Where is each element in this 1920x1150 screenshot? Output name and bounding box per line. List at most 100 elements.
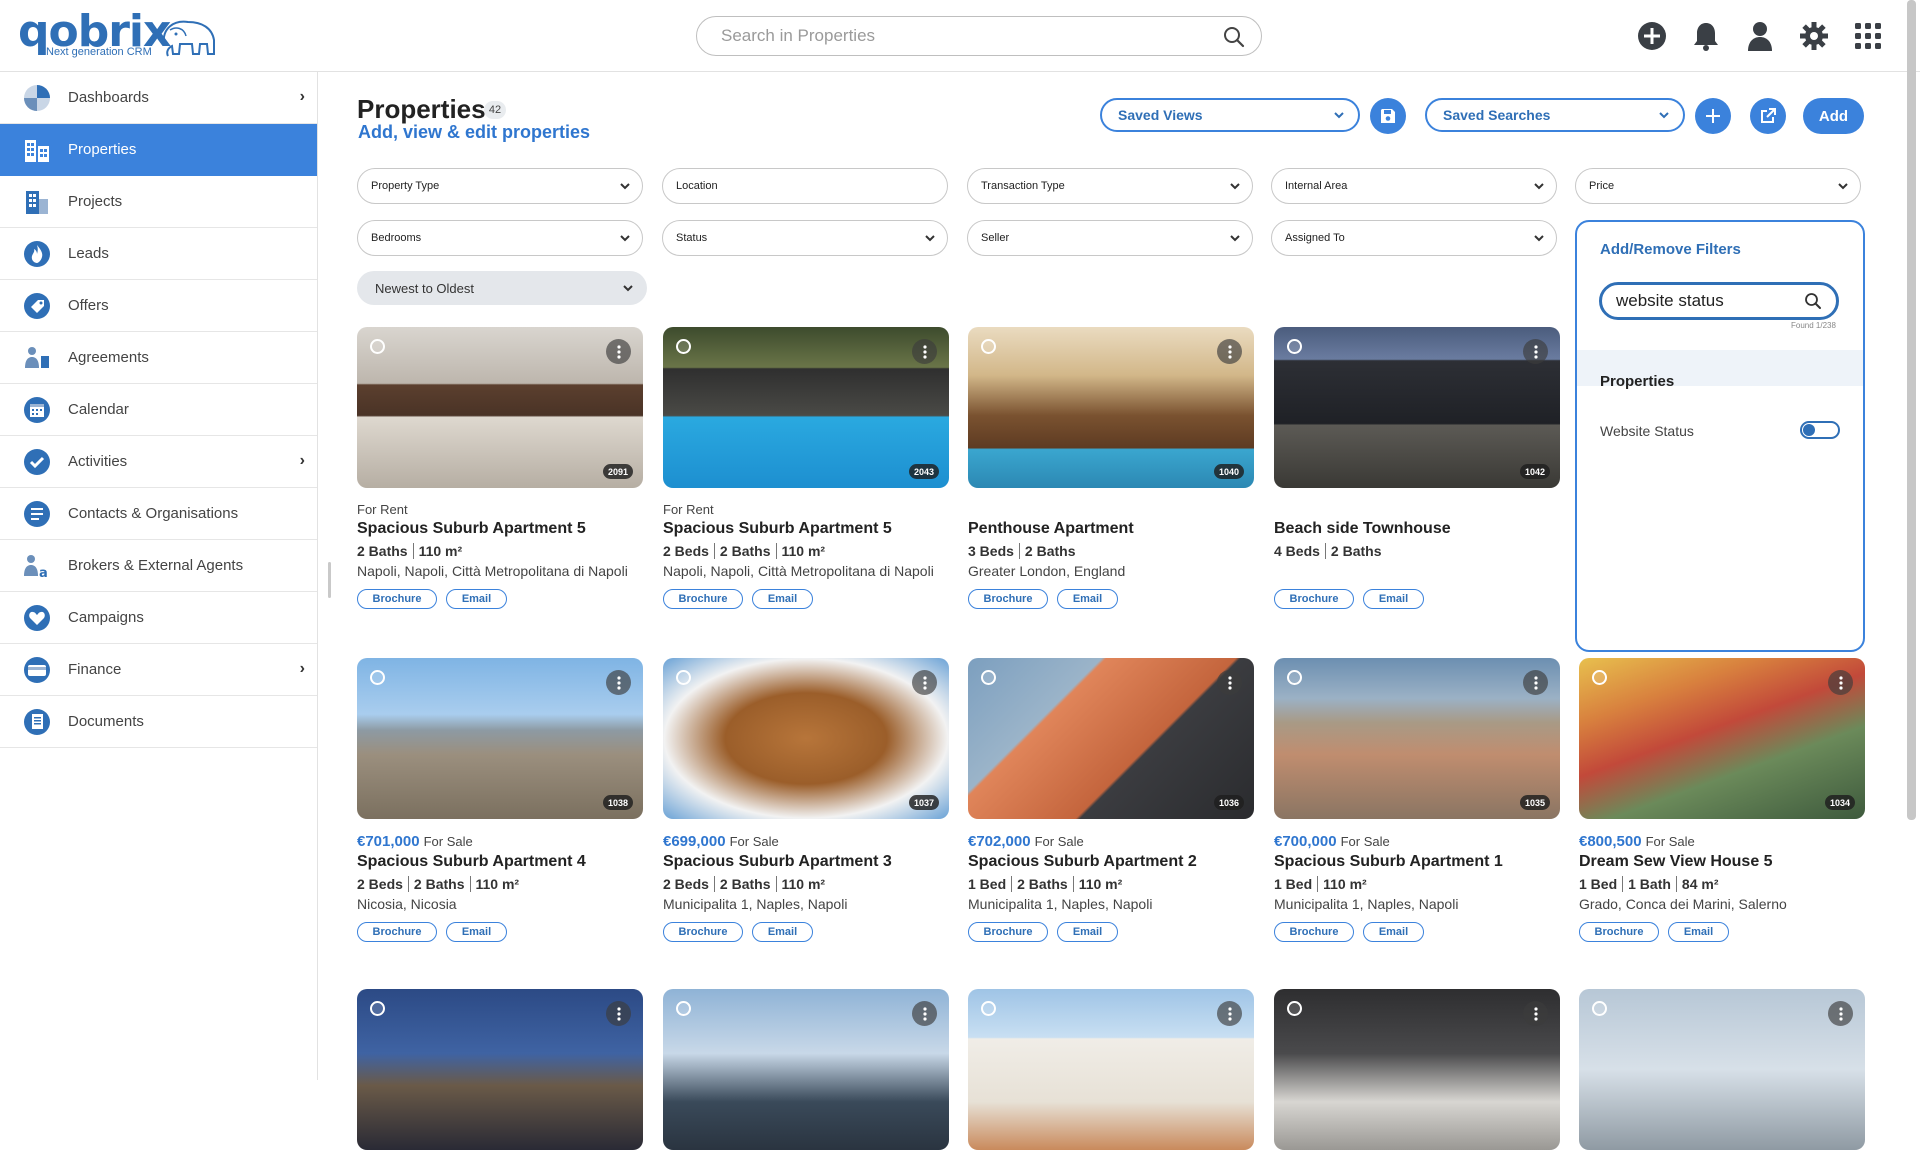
- email-button[interactable]: Email: [446, 589, 507, 609]
- search-icon[interactable]: [1804, 292, 1822, 310]
- kebab-menu-icon[interactable]: [1523, 339, 1548, 364]
- add-search-button[interactable]: [1695, 98, 1731, 134]
- property-title[interactable]: Spacious Suburb Apartment 3: [663, 853, 949, 871]
- kebab-menu-icon[interactable]: [606, 670, 631, 695]
- kebab-menu-icon[interactable]: [1523, 670, 1548, 695]
- filter-status[interactable]: Status: [662, 220, 948, 256]
- property-image[interactable]: 1036: [968, 658, 1254, 819]
- kebab-menu-icon[interactable]: [1217, 339, 1242, 364]
- user-icon[interactable]: [1744, 20, 1776, 52]
- select-checkbox[interactable]: [1287, 1001, 1302, 1016]
- property-title[interactable]: Penthouse Apartment: [968, 520, 1254, 538]
- email-button[interactable]: Email: [1057, 922, 1118, 942]
- select-checkbox[interactable]: [1287, 339, 1302, 354]
- email-button[interactable]: Email: [1057, 589, 1118, 609]
- sidebar-item-agreements[interactable]: Agreements: [0, 332, 317, 384]
- kebab-menu-icon[interactable]: [606, 1001, 631, 1026]
- email-button[interactable]: Email: [1363, 589, 1424, 609]
- bell-icon[interactable]: [1690, 20, 1722, 52]
- sidebar-item-documents[interactable]: Documents: [0, 696, 317, 748]
- property-card[interactable]: 1037 €699,000 For Sale Spacious Suburb Apar…: [663, 658, 949, 942]
- apps-grid-icon[interactable]: [1852, 20, 1884, 52]
- property-card[interactable]: [663, 989, 949, 1150]
- brochure-button[interactable]: Brochure: [1274, 922, 1354, 942]
- add-property-button[interactable]: Add: [1803, 98, 1864, 134]
- property-card[interactable]: 2091 For Rent Spacious Suburb Apartment 5 2…: [357, 327, 643, 609]
- kebab-menu-icon[interactable]: [912, 670, 937, 695]
- kebab-menu-icon[interactable]: [912, 339, 937, 364]
- property-title[interactable]: Spacious Suburb Apartment 5: [663, 520, 949, 538]
- sidebar-item-projects[interactable]: Projects: [0, 176, 317, 228]
- property-image[interactable]: [1274, 989, 1560, 1150]
- select-checkbox[interactable]: [676, 1001, 691, 1016]
- filter-seller[interactable]: Seller: [967, 220, 1253, 256]
- sidebar-resize-handle[interactable]: [328, 562, 331, 598]
- property-card[interactable]: 1038 €701,000 For Sale Spacious Suburb Apar…: [357, 658, 643, 942]
- property-image[interactable]: 1038: [357, 658, 643, 819]
- kebab-menu-icon[interactable]: [1828, 1001, 1853, 1026]
- filter-internal-area[interactable]: Internal Area: [1271, 168, 1557, 204]
- property-image[interactable]: 2091: [357, 327, 643, 488]
- brochure-button[interactable]: Brochure: [968, 589, 1048, 609]
- property-card[interactable]: 1036 €702,000 For Sale Spacious Suburb Apar…: [968, 658, 1254, 942]
- property-title[interactable]: Dream Sew View House 5: [1579, 853, 1865, 871]
- select-checkbox[interactable]: [1592, 670, 1607, 685]
- select-checkbox[interactable]: [981, 670, 996, 685]
- brochure-button[interactable]: Brochure: [357, 922, 437, 942]
- sidebar-item-activities[interactable]: Activities ›: [0, 436, 317, 488]
- email-button[interactable]: Email: [1363, 922, 1424, 942]
- property-card[interactable]: 1035 €700,000 For Sale Spacious Suburb Apar…: [1274, 658, 1560, 942]
- global-search[interactable]: [696, 16, 1262, 56]
- sidebar-item-dashboards[interactable]: Dashboards ›: [0, 72, 317, 124]
- kebab-menu-icon[interactable]: [606, 339, 631, 364]
- property-image[interactable]: 1040: [968, 327, 1254, 488]
- kebab-menu-icon[interactable]: [1523, 1001, 1548, 1026]
- brochure-button[interactable]: Brochure: [968, 922, 1048, 942]
- property-image[interactable]: [1579, 989, 1865, 1150]
- kebab-menu-icon[interactable]: [1828, 670, 1853, 695]
- search-input[interactable]: [721, 25, 1201, 47]
- property-image[interactable]: 1037: [663, 658, 949, 819]
- filter-location[interactable]: Location: [662, 168, 948, 204]
- brochure-button[interactable]: Brochure: [1274, 589, 1354, 609]
- page-scrollbar[interactable]: [1907, 0, 1916, 820]
- property-card[interactable]: [1274, 989, 1560, 1150]
- sidebar-item-calendar[interactable]: Calendar: [0, 384, 317, 436]
- search-icon[interactable]: [1223, 26, 1245, 48]
- property-card[interactable]: 1040 Penthouse Apartment 3 Beds 2 Baths Gre…: [968, 327, 1254, 609]
- property-image[interactable]: 1035: [1274, 658, 1560, 819]
- property-title[interactable]: Spacious Suburb Apartment 1: [1274, 853, 1560, 871]
- property-card[interactable]: 1042 Beach side Townhouse 4 Beds 2 Baths Br…: [1274, 327, 1560, 609]
- select-checkbox[interactable]: [981, 339, 996, 354]
- saved-views-select[interactable]: Saved Views: [1100, 98, 1360, 132]
- property-title[interactable]: Spacious Suburb Apartment 5: [357, 520, 643, 538]
- sort-select[interactable]: Newest to Oldest: [357, 271, 647, 305]
- property-card[interactable]: [1579, 989, 1865, 1150]
- select-checkbox[interactable]: [981, 1001, 996, 1016]
- property-image[interactable]: [968, 989, 1254, 1150]
- sidebar-item-contacts-organisations[interactable]: Contacts & Organisations: [0, 488, 317, 540]
- sidebar-item-properties[interactable]: Properties: [0, 124, 317, 176]
- brochure-button[interactable]: Brochure: [663, 922, 743, 942]
- filter-transaction-type[interactable]: Transaction Type: [967, 168, 1253, 204]
- property-title[interactable]: Beach side Townhouse: [1274, 520, 1560, 538]
- property-title[interactable]: Spacious Suburb Apartment 4: [357, 853, 643, 871]
- property-image[interactable]: [357, 989, 643, 1150]
- save-view-button[interactable]: [1370, 98, 1406, 134]
- property-card[interactable]: 1034 €800,500 For Sale Dream Sew View House…: [1579, 658, 1865, 942]
- kebab-menu-icon[interactable]: [912, 1001, 937, 1026]
- saved-searches-select[interactable]: Saved Searches: [1425, 98, 1685, 132]
- property-title[interactable]: Spacious Suburb Apartment 2: [968, 853, 1254, 871]
- email-button[interactable]: Email: [446, 922, 507, 942]
- email-button[interactable]: Email: [752, 589, 813, 609]
- filter-search-input[interactable]: [1616, 290, 1796, 312]
- select-checkbox[interactable]: [370, 670, 385, 685]
- property-image[interactable]: 1034: [1579, 658, 1865, 819]
- filter-bedrooms[interactable]: Bedrooms: [357, 220, 643, 256]
- email-button[interactable]: Email: [1668, 922, 1729, 942]
- add-circle-icon[interactable]: [1636, 20, 1668, 52]
- email-button[interactable]: Email: [752, 922, 813, 942]
- brochure-button[interactable]: Brochure: [1579, 922, 1659, 942]
- filter-price[interactable]: Price: [1575, 168, 1861, 204]
- sidebar-item-offers[interactable]: Offers: [0, 280, 317, 332]
